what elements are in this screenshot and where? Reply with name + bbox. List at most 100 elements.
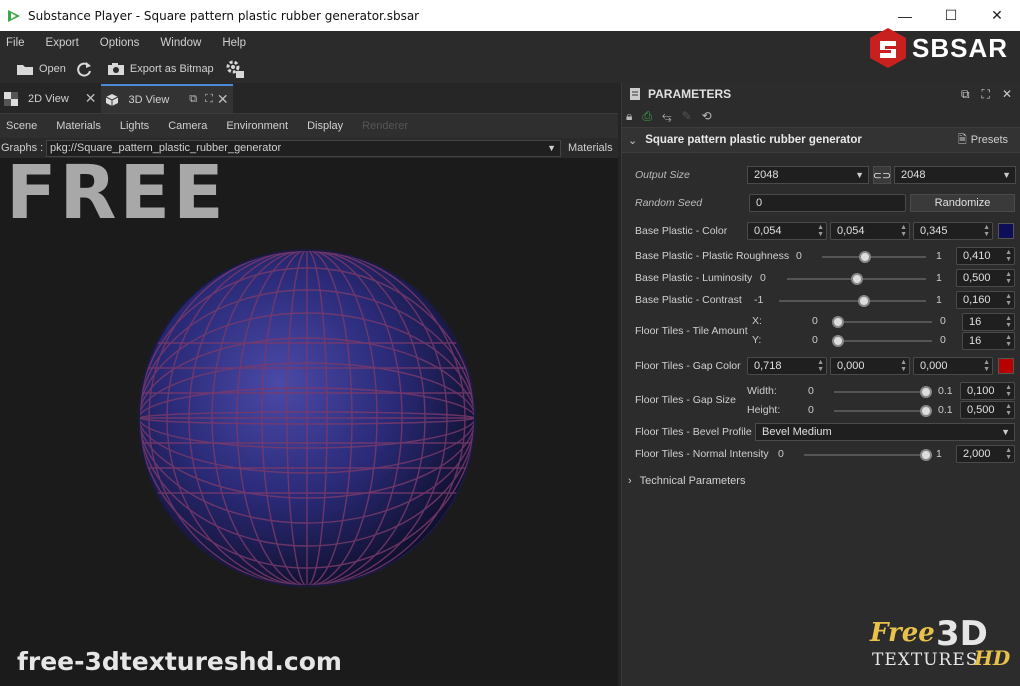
spin-arrows-icon[interactable]: ▲ ▼ [1005,271,1012,285]
randomize-button[interactable]: Randomize [910,194,1015,212]
tab-2d-view[interactable]: 2D View ✕ [0,84,101,113]
output-height-dropdown[interactable]: 2048 ▼ [894,166,1016,184]
slider-knob[interactable] [920,405,932,417]
gap-color-b-input[interactable]: 0,000 ▲ ▼ [913,357,993,375]
spin-arrows-icon[interactable]: ▲ ▼ [983,224,990,238]
gap-color-g-input[interactable]: 0,000 ▲ ▼ [830,357,910,375]
gap-color-r-input[interactable]: 0,718 ▲ ▼ [747,357,827,375]
spin-arrows-icon[interactable]: ▲ ▼ [900,224,907,238]
export-label: Export as Bitmap [129,63,214,75]
menu-window[interactable]: Window [160,37,201,49]
spin-arrows-icon[interactable]: ▲ ▼ [1005,403,1012,417]
slider-knob[interactable] [858,295,871,307]
param-label: Floor Tiles - Gap Size [635,394,736,406]
print-icon[interactable]: ⎙ [642,109,652,124]
view-menu-materials[interactable]: Materials [56,120,101,132]
gap-height-input[interactable]: 0,500 ▲ ▼ [960,401,1015,419]
slider-knob[interactable] [920,386,932,398]
free-overlay-text: FREE [6,158,227,236]
spin-arrows-icon[interactable]: ▲ ▼ [1005,334,1012,348]
export-bitmap-button[interactable]: Export as Bitmap [107,62,214,76]
luminosity-input[interactable]: 0,500 ▲ ▼ [956,269,1015,287]
link-size-toggle[interactable]: ⊂⊃ [873,166,891,184]
spin-arrows-icon[interactable]: ▲ ▼ [1005,384,1012,398]
roughness-input[interactable]: 0,410 ▲ ▼ [956,247,1015,265]
substance-logo-icon [869,28,906,68]
graph-section-header[interactable]: ⌄ Square pattern plastic rubber generato… [622,127,1020,153]
float-icon[interactable]: ⧉ [189,93,197,106]
3d-viewport[interactable]: FREE free-3dtextureshd.com [0,158,618,686]
output-height-value: 2048 [901,169,926,181]
spin-arrows-icon[interactable]: ▲ ▼ [1005,315,1012,329]
maximize-view-icon[interactable]: ⛶ [205,93,213,106]
slider-min: 0 [808,404,814,416]
view-menu-lights[interactable]: Lights [120,120,149,132]
tab-2d-label: 2D View [28,92,69,105]
presets-button[interactable]: 🗎︎ Presets [958,131,1008,150]
output-width-dropdown[interactable]: 2048 ▼ [747,166,869,184]
roughness-value: 0,410 [963,250,991,262]
luminosity-slider[interactable] [787,273,926,285]
float-icon[interactable]: ⧉ [961,87,970,102]
close-icon[interactable]: ✕ [85,90,97,107]
menu-options[interactable]: Options [100,37,140,49]
close-icon[interactable]: ✕ [1002,87,1012,102]
spin-arrows-icon[interactable]: ▲ ▼ [817,224,824,238]
close-icon[interactable]: ✕ [217,91,229,108]
tile-y-slider[interactable] [832,335,932,347]
normal-intensity-input[interactable]: 2,000 ▲ ▼ [956,445,1015,463]
tile-y-input[interactable]: 16 ▲ ▼ [962,332,1015,350]
slider-knob[interactable] [832,316,844,328]
spin-arrows-icon[interactable]: ▲ ▼ [900,359,907,373]
menu-file[interactable]: File [6,37,25,49]
slider-knob[interactable] [858,251,871,263]
tile-x-slider[interactable] [832,316,932,328]
materials-label[interactable]: Materials [568,142,613,154]
gap-color-swatch[interactable] [998,358,1014,374]
open-button[interactable]: Open [16,62,66,76]
view-menu-camera[interactable]: Camera [168,120,207,132]
menu-help[interactable]: Help [222,37,246,49]
slider-max: 1 [936,448,942,460]
view-menu-scene[interactable]: Scene [6,120,37,132]
parameters-panel: PARAMETERS ⧉ ⛶ ✕ 🔒︎ ⎙ ⥃ ✎ ⟲ ⌄ Square pat… [621,83,1020,686]
view-menu-display[interactable]: Display [307,120,343,132]
graphs-dropdown[interactable]: pkg://Square_pattern_plastic_rubber_gene… [46,139,561,157]
r-value: 0,054 [754,225,782,237]
reload-button[interactable] [76,61,97,77]
maximize-panel-icon[interactable]: ⛶ [982,87,990,102]
technical-parameters-section[interactable]: › Technical Parameters [628,475,745,487]
slider-knob[interactable] [850,273,863,285]
spin-arrows-icon[interactable]: ▲ ▼ [1005,447,1012,461]
gap-height-slider[interactable] [834,405,932,417]
spin-arrows-icon[interactable]: ▲ ▼ [817,359,824,373]
base-color-swatch[interactable] [998,223,1014,239]
gap-width-slider[interactable] [834,386,932,398]
base-color-g-input[interactable]: 0,054 ▲ ▼ [830,222,910,240]
contrast-slider[interactable] [779,295,926,307]
base-color-b-input[interactable]: 0,345 ▲ ▼ [913,222,993,240]
gap-width-input[interactable]: 0,100 ▲ ▼ [960,382,1015,400]
base-color-r-input[interactable]: 0,054 ▲ ▼ [747,222,827,240]
reset-icon[interactable]: ⟲ [702,109,712,123]
roughness-slider[interactable] [822,251,926,263]
contrast-input[interactable]: 0,160 ▲ ▼ [956,291,1015,309]
slider-knob[interactable] [832,335,844,347]
settings-button[interactable] [224,58,251,80]
menu-export[interactable]: Export [46,37,79,49]
tile-x-input[interactable]: 16 ▲ ▼ [962,313,1015,331]
bevel-profile-dropdown[interactable]: Bevel Medium ▼ [755,423,1015,441]
logo-free: Free [870,618,935,648]
gear-icon [226,60,244,78]
output-width-value: 2048 [754,169,779,181]
lock-icon[interactable]: 🔒︎ [626,109,632,124]
spin-arrows-icon[interactable]: ▲ ▼ [983,359,990,373]
spin-arrows-icon[interactable]: ▲ ▼ [1005,249,1012,263]
view-menu-environment[interactable]: Environment [226,120,288,132]
tab-3d-view[interactable]: 3D View ⧉ ⛶ ✕ [100,84,233,113]
spin-arrows-icon[interactable]: ▲ ▼ [1005,293,1012,307]
normal-intensity-slider[interactable] [804,449,932,461]
link-icon[interactable]: ⥃ [662,109,672,124]
random-seed-input[interactable]: 0 [749,194,906,212]
slider-knob[interactable] [920,449,932,461]
